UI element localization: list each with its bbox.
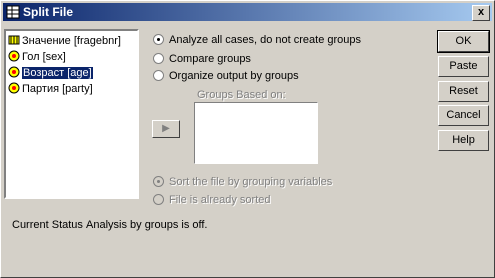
radio-unselected-icon bbox=[153, 194, 164, 205]
paste-button[interactable]: Paste bbox=[438, 56, 489, 77]
reset-button[interactable]: Reset bbox=[438, 81, 489, 102]
close-button[interactable]: x bbox=[472, 5, 490, 21]
radio-compare-groups[interactable]: Compare groups bbox=[153, 52, 251, 66]
move-variable-button[interactable]: ▶ bbox=[152, 120, 180, 138]
title-bar: Split File x bbox=[3, 3, 492, 21]
status-label: Current Status bbox=[12, 219, 83, 231]
cancel-button[interactable]: Cancel bbox=[438, 105, 489, 126]
ok-button[interactable]: OK bbox=[437, 30, 490, 53]
groups-based-on-list[interactable] bbox=[194, 102, 318, 164]
variable-item-party[interactable]: Партия [party] bbox=[8, 82, 93, 96]
radio-label: Organize output by groups bbox=[169, 70, 299, 82]
window-title: Split File bbox=[23, 5, 74, 19]
nominal-var-icon bbox=[8, 50, 20, 62]
radio-sort-file[interactable]: Sort the file by grouping variables bbox=[153, 175, 332, 189]
variable-list[interactable]: Значение [fragebnr] Гол [sex] Возраст [a… bbox=[4, 29, 139, 199]
variable-label: Возраст [age] bbox=[21, 66, 94, 80]
radio-already-sorted[interactable]: File is already sorted bbox=[153, 193, 271, 207]
groups-based-on-label: Groups Based on: bbox=[197, 89, 286, 101]
variable-item-fragebnr[interactable]: Значение [fragebnr] bbox=[8, 34, 121, 48]
status-value: Analysis by groups is off. bbox=[86, 219, 208, 231]
variable-item-sex[interactable]: Гол [sex] bbox=[8, 50, 66, 64]
scale-var-icon bbox=[8, 35, 20, 45]
radio-analyze-all[interactable]: Analyze all cases, do not create groups bbox=[153, 33, 361, 47]
split-file-icon bbox=[6, 5, 20, 19]
variable-label: Партия [party] bbox=[22, 83, 93, 95]
radio-label: File is already sorted bbox=[169, 194, 271, 206]
variable-item-age[interactable]: Возраст [age] bbox=[8, 66, 94, 80]
radio-label: Sort the file by grouping variables bbox=[169, 176, 333, 188]
radio-organize-output[interactable]: Organize output by groups bbox=[153, 69, 299, 83]
radio-unselected-icon bbox=[153, 53, 164, 64]
help-button[interactable]: Help bbox=[438, 130, 489, 151]
radio-label: Analyze all cases, do not create groups bbox=[169, 34, 362, 46]
variable-label: Значение [fragebnr] bbox=[22, 35, 121, 47]
radio-selected-icon bbox=[153, 176, 164, 187]
radio-unselected-icon bbox=[153, 70, 164, 81]
split-file-dialog: Split File x Значение [fragebnr] Гол [se… bbox=[0, 0, 495, 278]
nominal-var-icon bbox=[8, 66, 20, 78]
variable-label: Гол [sex] bbox=[22, 51, 66, 63]
nominal-var-icon bbox=[8, 82, 20, 94]
radio-label: Compare groups bbox=[169, 53, 251, 65]
radio-selected-icon bbox=[153, 34, 164, 45]
